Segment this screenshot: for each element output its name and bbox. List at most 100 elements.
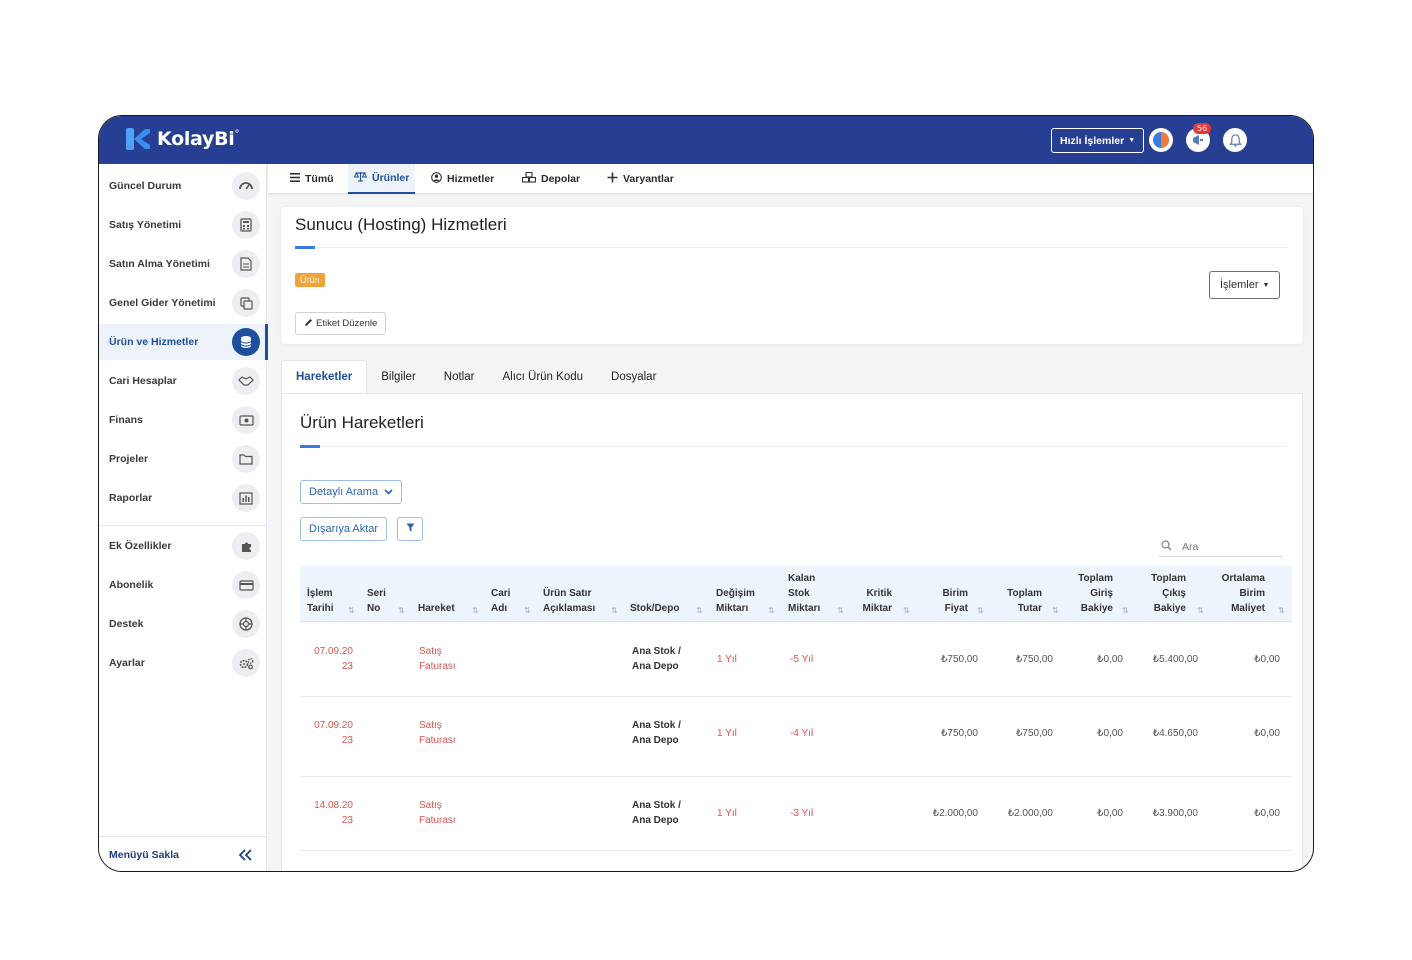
handshake-icon <box>232 367 260 395</box>
cell-total: ₺750,00 <box>1016 728 1053 739</box>
sidebar-item-ek-ozellikler[interactable]: Ek Özellikler <box>99 528 267 564</box>
search-input[interactable]: Ara <box>1182 541 1198 553</box>
cell-movement[interactable]: Satış Faturası <box>419 718 456 748</box>
double-chevron-left-icon <box>237 847 253 866</box>
product-header-card: Sunucu (Hosting) Hizmetleri Ürün Etiket … <box>281 207 1303 344</box>
sort-icon[interactable]: ⇅ <box>348 606 355 615</box>
table-row[interactable]: 14.08.20 23 Satış Faturası Ana Stok / Ana D… <box>300 777 1292 851</box>
notification-count-badge: 56 <box>1193 123 1212 134</box>
tab-hizmetler[interactable]: Hizmetler <box>431 164 494 194</box>
col-toplam-cikis-bakiye[interactable]: Toplam Çıkış Bakiye <box>1136 566 1186 622</box>
bar-chart-icon <box>232 484 260 512</box>
sidebar-item-urun-ve-hizmetler[interactable]: Ürün ve Hizmetler <box>99 324 268 360</box>
user-circle-icon <box>431 172 442 186</box>
col-birim-fiyat[interactable]: Birim Fiyat <box>918 566 968 622</box>
tab-urunler[interactable]: Ürünler <box>348 164 416 194</box>
col-kalan-stok-miktari[interactable]: Kalan Stok Miktarı <box>788 566 838 622</box>
tab-bilgiler[interactable]: Bilgiler <box>367 360 430 393</box>
tab-dosyalar[interactable]: Dosyalar <box>597 360 670 393</box>
sidebar-item-projeler[interactable]: Projeler <box>99 441 267 477</box>
sort-icon[interactable]: ⇅ <box>768 606 775 615</box>
col-toplam-tutar[interactable]: Toplam Tutar <box>992 566 1042 622</box>
col-ortalama-birim-maliyet[interactable]: Ortalama Birim Maliyet <box>1205 566 1265 622</box>
notifications-button[interactable] <box>1223 128 1247 152</box>
export-label: Dışarıya Aktar <box>309 523 379 535</box>
tab-label: Hizmetler <box>447 173 495 185</box>
cell-movement[interactable]: Satış Faturası <box>419 644 456 674</box>
table-header: İşlem Tarihi ⇅ Seri No ⇅ Hareket ⇅ Cari Adı… <box>300 566 1292 622</box>
sidebar-item-satin-alma[interactable]: Satın Alma Yönetimi <box>99 246 267 282</box>
cell-total: ₺750,00 <box>1016 654 1053 665</box>
detailed-search-button[interactable]: Detaylı Arama <box>300 480 403 504</box>
sort-icon[interactable]: ⇅ <box>1122 606 1129 615</box>
sort-icon[interactable]: ⇅ <box>837 606 844 615</box>
sort-icon[interactable]: ⇅ <box>1052 606 1059 615</box>
cell-in-balance: ₺0,00 <box>1097 654 1123 665</box>
logo[interactable]: KolayBi ° <box>125 127 239 151</box>
product-type-tag: Ürün <box>295 273 325 287</box>
cell-out-balance: ₺5.400,00 <box>1152 654 1198 665</box>
tab-varyantlar[interactable]: Varyantlar <box>607 164 674 194</box>
col-toplam-giris-bakiye[interactable]: Toplam Giriş Bakiye <box>1063 566 1113 622</box>
quick-actions-label: Hızlı İşlemler <box>1060 134 1125 147</box>
cell-change: 1 Yıl <box>717 728 737 739</box>
product-title: Sunucu (Hosting) Hizmetleri <box>295 215 507 234</box>
cell-date: 14.08.20 23 <box>314 800 353 826</box>
sort-icon[interactable]: ⇅ <box>1197 606 1204 615</box>
col-stok-depo[interactable]: Stok/Depo <box>630 566 700 622</box>
edit-tag-button[interactable]: Etiket Düzenle <box>295 312 387 335</box>
sidebar-item-destek[interactable]: Destek <box>99 606 267 642</box>
export-button[interactable]: Dışarıya Aktar <box>300 517 388 541</box>
logo-text: KolayBi <box>157 128 235 150</box>
sort-icon[interactable]: ⇅ <box>1278 606 1285 615</box>
cell-out-balance: ₺3.900,00 <box>1152 808 1198 819</box>
bell-icon <box>1228 133 1242 147</box>
caret-down-icon: ▼ <box>1262 281 1270 289</box>
search-box[interactable]: Ara <box>1159 537 1283 557</box>
table-row[interactable]: 07.09.20 23 Satış Faturası Ana Stok / Ana D… <box>300 623 1292 697</box>
cell-change: 1 Yıl <box>717 808 737 819</box>
sort-icon[interactable]: ⇅ <box>977 606 984 615</box>
sidebar-item-guncel-durum[interactable]: Güncel Durum <box>99 168 267 204</box>
col-hareket[interactable]: Hareket <box>418 566 478 622</box>
sort-icon[interactable]: ⇅ <box>524 606 531 615</box>
col-urun-satir-aciklamasi[interactable]: Ürün Satır Açıklaması <box>543 566 613 622</box>
quick-actions-button[interactable]: Hızlı İşlemler ▼ <box>1051 128 1145 153</box>
sidebar-item-label: Ayarlar <box>109 657 145 669</box>
sidebar-item-cari-hesaplar[interactable]: Cari Hesaplar <box>99 363 267 399</box>
title-underline <box>300 445 320 448</box>
sidebar-item-finans[interactable]: Finans <box>99 402 267 438</box>
sidebar-item-raporlar[interactable]: Raporlar <box>99 480 267 516</box>
tab-hareketler[interactable]: Hareketler <box>281 360 368 393</box>
tab-depolar[interactable]: Depolar <box>521 164 580 194</box>
actions-dropdown-button[interactable]: İşlemler ▼ <box>1209 271 1281 299</box>
sidebar-item-satis-yonetimi[interactable]: Satış Yönetimi <box>99 207 267 243</box>
sidebar-item-genel-gider[interactable]: Genel Gider Yönetimi <box>99 285 267 321</box>
search-icon <box>1161 539 1172 554</box>
tab-alici-urun-kodu[interactable]: Alıcı Ürün Kodu <box>488 360 597 393</box>
tab-notlar[interactable]: Notlar <box>430 360 489 393</box>
tab-tumu[interactable]: Tümü <box>290 164 334 194</box>
sort-icon[interactable]: ⇅ <box>611 606 618 615</box>
cell-movement[interactable]: Satış Faturası <box>419 798 456 828</box>
copy-icon <box>232 289 260 317</box>
detail-tabs: Hareketler Bilgiler Notlar Alıcı Ürün Ko… <box>281 360 670 393</box>
filter-button[interactable] <box>397 517 423 541</box>
hide-menu-button[interactable]: Menüyü Sakla <box>99 836 267 871</box>
sidebar-item-label: Projeler <box>109 453 149 465</box>
company-avatar[interactable] <box>1149 128 1173 152</box>
col-degisim-miktari[interactable]: Değişim Miktarı <box>716 566 766 622</box>
document-icon <box>232 250 260 278</box>
sort-icon[interactable]: ⇅ <box>696 606 703 615</box>
scale-icon <box>353 171 368 185</box>
sort-icon[interactable]: ⇅ <box>903 606 910 615</box>
sort-icon[interactable]: ⇅ <box>472 606 479 615</box>
sidebar-item-ayarlar[interactable]: Ayarlar <box>99 645 267 681</box>
col-kritik-miktar[interactable]: Kritik Miktar <box>852 566 892 622</box>
sort-icon[interactable]: ⇅ <box>398 606 405 615</box>
detailed-search-label: Detaylı Arama <box>309 486 379 498</box>
table-row[interactable]: 07.09.20 23 Satış Faturası Ana Stok / Ana D… <box>300 697 1292 777</box>
movements-title: Ürün Hareketleri <box>300 413 424 432</box>
cell-change: 1 Yıl <box>717 654 737 665</box>
sidebar-item-abonelik[interactable]: Abonelik <box>99 567 267 603</box>
